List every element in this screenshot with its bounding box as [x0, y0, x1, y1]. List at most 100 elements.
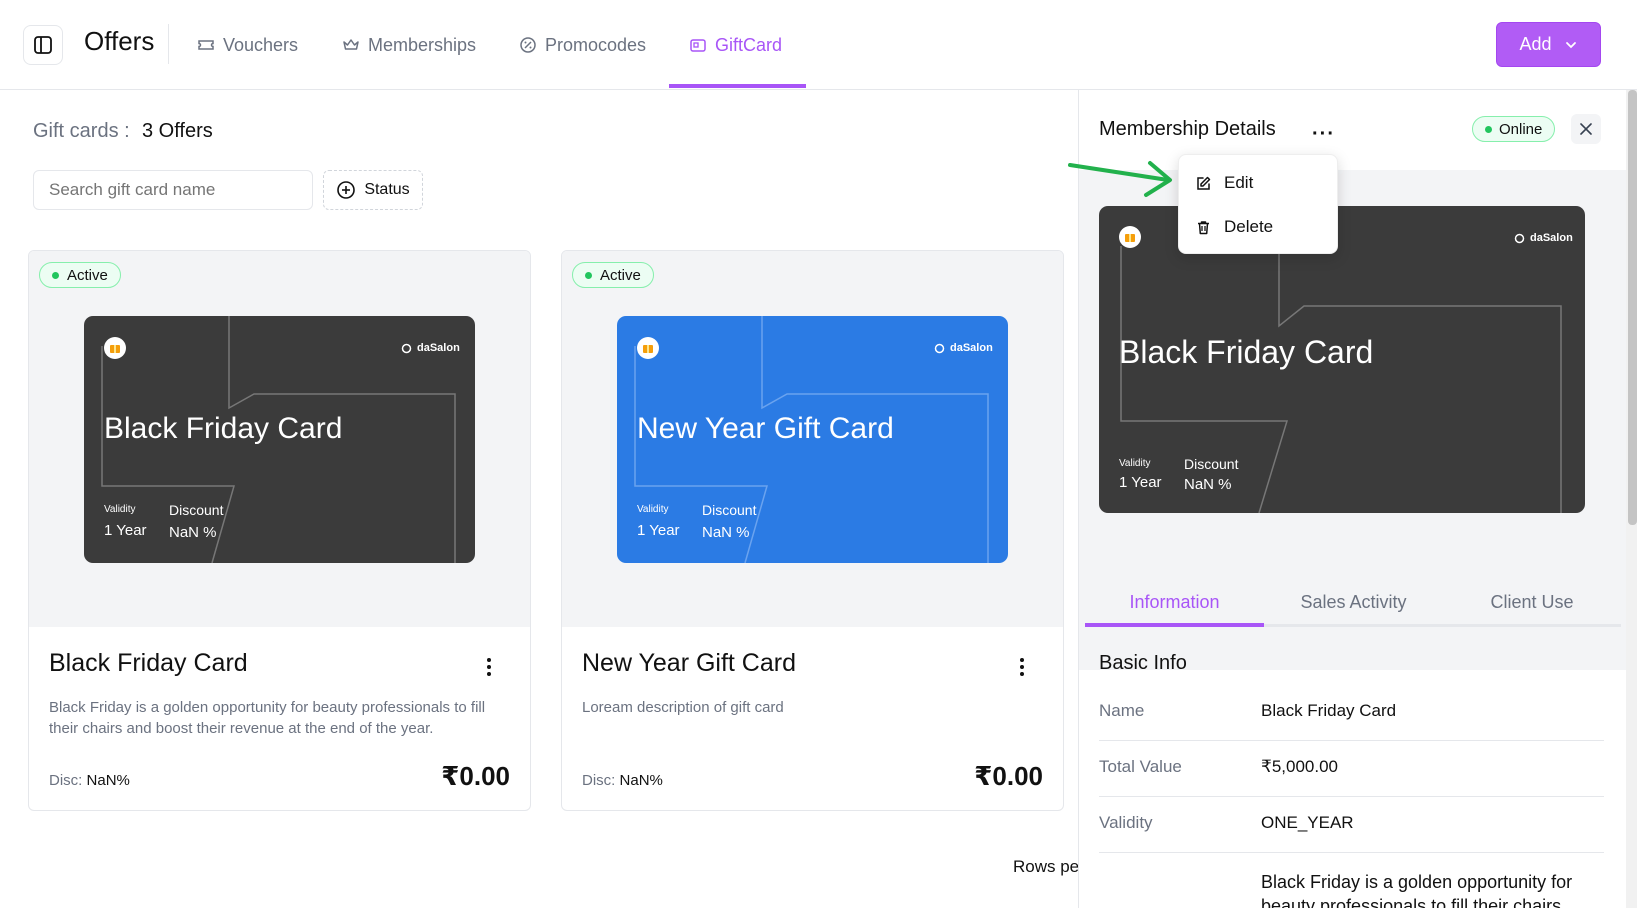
brand-logo-icon [934, 343, 945, 353]
tab-memberships[interactable]: Memberships [342, 0, 476, 90]
tab-label: Vouchers [223, 34, 299, 55]
status-filter-button[interactable]: Status [323, 170, 423, 210]
info-description: Black Friday is a golden opportunity for… [1261, 872, 1573, 908]
status-badge-label: Active [600, 266, 641, 284]
tab-label: Memberships [368, 34, 477, 55]
gift-card-icon [690, 39, 706, 52]
menu-item-edit[interactable]: Edit [1179, 161, 1337, 205]
status-dot [52, 271, 59, 279]
brand-logo-icon [1514, 233, 1525, 243]
discount-value: NaN % [169, 524, 217, 541]
active-tab-indicator [1085, 623, 1264, 627]
info-value: ₹5,000.00 [1261, 757, 1338, 776]
card-more-options-icon[interactable] [479, 655, 499, 679]
crown-icon [343, 39, 359, 50]
brand-logo: daSalon [401, 342, 460, 354]
plus-circle-icon [337, 181, 356, 199]
gift-card-visual: daSalon New Year Gift Card Validity 1 Ye… [617, 316, 1008, 563]
card-more-options-icon[interactable] [1012, 655, 1032, 679]
gift-card-visual: daSalon Black Friday Card Validity 1 Yea… [84, 316, 475, 563]
offer-description: Loream description of gift card [582, 699, 784, 716]
brand-name: daSalon [950, 342, 993, 354]
ticket-icon [198, 40, 214, 50]
sidebar-toggle-button[interactable] [23, 25, 63, 65]
card-preview-area: Active daSalon Black Friday Card Validit… [29, 251, 530, 627]
gift-card-item[interactable]: Active daSalon New Year Gift Card Validi… [561, 250, 1064, 811]
tab-information[interactable]: Information [1085, 580, 1264, 625]
tab-client-use[interactable]: Client Use [1443, 580, 1621, 625]
close-icon [1580, 123, 1592, 135]
discount-value: NaN % [1184, 476, 1232, 493]
gift-card-title: Black Friday Card [104, 412, 343, 445]
add-button[interactable]: Add [1496, 22, 1601, 67]
info-row-name: Name Black Friday Card [1099, 685, 1604, 741]
gift-badge-icon [1119, 226, 1141, 248]
info-label: Name [1099, 701, 1145, 720]
info-row-validity: Validity ONE_YEAR [1099, 797, 1604, 853]
header-divider [168, 24, 169, 64]
info-label: Validity [1099, 813, 1153, 832]
gift-card-item[interactable]: Active daSalon Black Friday Card Validit… [28, 250, 531, 811]
discount-label: Discount [702, 502, 757, 518]
status-badge-label: Active [67, 266, 108, 284]
page-title: Offers [84, 26, 155, 56]
offer-price: ₹0.00 [974, 761, 1043, 791]
tab-giftcard[interactable]: GiftCard [689, 0, 782, 90]
info-value: ONE_YEAR [1261, 813, 1354, 832]
tab-label: Promocodes [545, 34, 647, 55]
status-badge: Active [39, 262, 121, 288]
tab-label: GiftCard [715, 34, 783, 55]
validity-value: 1 Year [104, 522, 147, 539]
offer-price: ₹0.00 [441, 761, 510, 791]
gift-badge-icon [104, 337, 126, 359]
offer-description: Black Friday is a golden opportunity for… [49, 699, 486, 737]
active-tab-indicator [669, 84, 806, 88]
panel-scrollbar-thumb[interactable] [1628, 90, 1637, 525]
validity-label: Validity [104, 504, 136, 515]
brand-logo-icon [401, 343, 412, 353]
gift-card-title: New Year Gift Card [637, 412, 894, 445]
offer-discount: Disc: NaN% [582, 772, 663, 789]
brand-name: daSalon [417, 342, 460, 354]
gift-cards-count-value: 3 Offers [142, 120, 213, 142]
trash-icon [1198, 220, 1209, 234]
panel-title: Membership Details [1099, 118, 1276, 140]
brand-logo: daSalon [1514, 232, 1573, 244]
online-status-label: Online [1499, 120, 1543, 138]
panel-tabs: Information Sales Activity Client Use [1085, 580, 1621, 627]
membership-details-panel: Membership Details ··· Online daSalon Bl… [1078, 90, 1637, 908]
status-dot [585, 271, 592, 279]
disc-label: Disc: [582, 772, 616, 789]
status-badge: Active [572, 262, 654, 288]
gift-card-title: Black Friday Card [1119, 334, 1374, 370]
chevron-down-icon [1565, 41, 1576, 48]
offer-name: New Year Gift Card [582, 649, 796, 677]
validity-label: Validity [1119, 458, 1151, 469]
sidebar-panel-icon [34, 36, 52, 54]
discount-value: NaN % [702, 524, 750, 541]
tab-vouchers[interactable]: Vouchers [197, 0, 298, 90]
validity-label: Validity [637, 504, 669, 515]
menu-item-label: Edit [1224, 173, 1254, 192]
tab-promocodes[interactable]: Promocodes [519, 0, 646, 90]
validity-value: 1 Year [637, 522, 680, 539]
disc-value: NaN% [619, 772, 663, 789]
more-options-icon[interactable]: ··· [1312, 123, 1335, 146]
edit-icon [1197, 176, 1211, 190]
tab-sales-activity[interactable]: Sales Activity [1264, 580, 1443, 625]
options-dropdown-menu: Edit Delete [1178, 154, 1338, 254]
badge-percent-icon [520, 37, 536, 53]
close-panel-button[interactable] [1571, 114, 1601, 144]
add-button-label: Add [1519, 34, 1552, 54]
menu-item-label: Delete [1224, 217, 1274, 236]
online-status-badge: Online [1472, 116, 1556, 142]
top-header: Offers Vouchers Memberships Promocodes G… [0, 0, 1637, 90]
search-gift-card-input[interactable] [33, 170, 313, 210]
menu-item-delete[interactable]: Delete [1179, 205, 1337, 249]
info-row-total-value: Total Value ₹5,000.00 [1099, 741, 1604, 797]
card-preview-area: Active daSalon New Year Gift Card Validi… [562, 251, 1063, 627]
gift-card-visual: daSalon Black Friday Card Validity 1 Yea… [1099, 206, 1585, 513]
disc-label: Disc: [49, 772, 83, 789]
info-label: Total Value [1099, 757, 1182, 776]
validity-value: 1 Year [1119, 474, 1162, 491]
